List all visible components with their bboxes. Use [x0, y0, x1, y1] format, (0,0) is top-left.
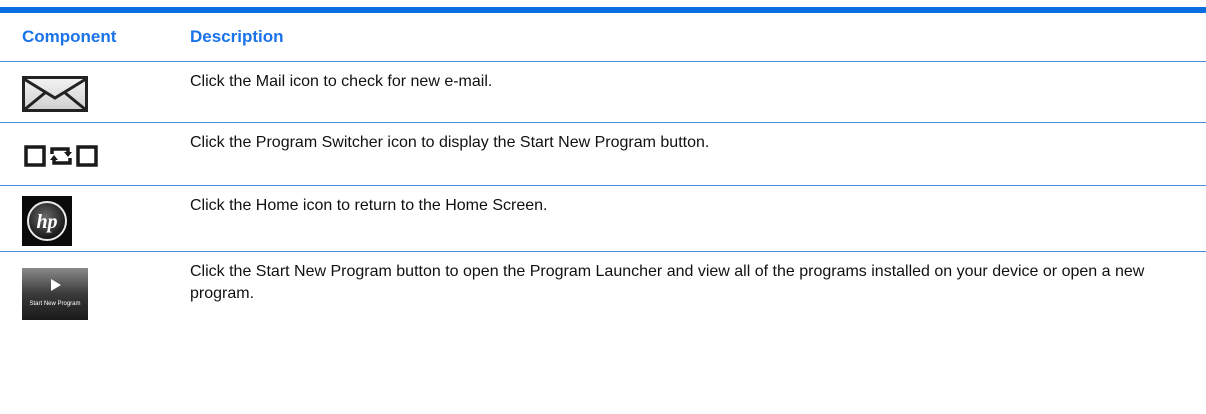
description-cell: Click the Home icon to return to the Hom… [190, 197, 548, 214]
table-row: Click the Mail icon to check for new e-m… [0, 62, 1206, 123]
component-cell [0, 123, 190, 185]
table-header-row: Component Description [0, 13, 1206, 62]
start-new-program-button-icon: Start New Program [22, 268, 88, 325]
description-cell: Click the Start New Program button to op… [190, 263, 1145, 302]
table-row: Start New Program Click the Start New Pr… [0, 252, 1206, 332]
hp-home-icon: hp [22, 196, 72, 251]
program-switcher-icon [24, 143, 98, 174]
start-new-program-caption: Start New Program [29, 301, 81, 307]
header-component: Component [22, 27, 117, 46]
svg-text:hp: hp [36, 211, 57, 233]
component-cell: hp [0, 186, 190, 251]
component-table: Component Description Click the Mail ico… [0, 0, 1206, 332]
mail-icon [22, 76, 88, 117]
component-cell [0, 62, 190, 122]
description-cell: Click the Program Switcher icon to displ… [190, 134, 710, 151]
component-cell: Start New Program [0, 252, 190, 332]
description-cell: Click the Mail icon to check for new e-m… [190, 73, 493, 90]
table-row: hp Click the Home icon to return to the … [0, 186, 1206, 252]
table-row: Click the Program Switcher icon to displ… [0, 123, 1206, 186]
header-description: Description [190, 27, 284, 46]
